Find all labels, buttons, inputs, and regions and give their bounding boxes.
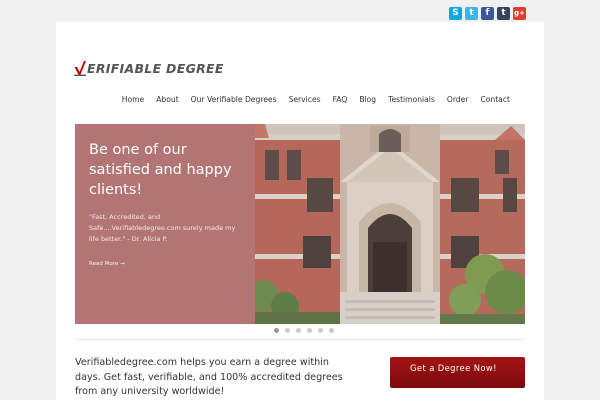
nav-faq[interactable]: FAQ bbox=[327, 95, 354, 104]
logo-text: ERIFIABLE DEGREE bbox=[87, 61, 224, 76]
slide-title: Be one of our satisfied and happy client… bbox=[89, 142, 232, 198]
read-more-link[interactable]: Read More → bbox=[89, 261, 125, 267]
slide-caption-panel: Be one of our satisfied and happy client… bbox=[75, 124, 255, 324]
main-nav: Home About Our Verifiable Degrees Servic… bbox=[116, 95, 516, 104]
nav-order[interactable]: Order bbox=[441, 95, 475, 104]
social-icons: S t f t g+ bbox=[449, 7, 526, 20]
hero-slider: Be one of our satisfied and happy client… bbox=[75, 124, 525, 324]
page-container: ERIFIABLE DEGREE Home About Our Verifiab… bbox=[56, 22, 544, 400]
slide-quote: "Fast, Accredited, and Safe....Verifiabl… bbox=[89, 213, 236, 243]
slider-dot-6[interactable] bbox=[329, 328, 334, 333]
checkmark-v-icon bbox=[74, 61, 86, 76]
slider-pagination bbox=[274, 328, 334, 333]
section-divider bbox=[75, 339, 525, 340]
nav-home[interactable]: Home bbox=[116, 95, 150, 104]
nav-services[interactable]: Services bbox=[283, 95, 327, 104]
nav-about[interactable]: About bbox=[150, 95, 184, 104]
skype-icon[interactable]: S bbox=[449, 7, 462, 20]
googleplus-icon[interactable]: g+ bbox=[513, 7, 526, 20]
nav-testimonials[interactable]: Testimonials bbox=[382, 95, 441, 104]
slider-dot-3[interactable] bbox=[296, 328, 301, 333]
nav-our-verifiable-degrees[interactable]: Our Verifiable Degrees bbox=[185, 95, 283, 104]
university-building-image bbox=[255, 124, 525, 324]
twitter-icon[interactable]: t bbox=[465, 7, 478, 20]
nav-blog[interactable]: Blog bbox=[353, 95, 382, 104]
slider-dot-1[interactable] bbox=[274, 328, 279, 333]
site-logo[interactable]: ERIFIABLE DEGREE bbox=[74, 58, 224, 76]
slider-dot-2[interactable] bbox=[285, 328, 290, 333]
nav-contact[interactable]: Contact bbox=[474, 95, 516, 104]
slider-dot-4[interactable] bbox=[307, 328, 312, 333]
tumblr-icon[interactable]: t bbox=[497, 7, 510, 20]
facebook-icon[interactable]: f bbox=[481, 7, 494, 20]
get-degree-button[interactable]: Get a Degree Now! bbox=[390, 357, 525, 388]
intro-text: Verifiabledegree.com helps you earn a de… bbox=[75, 357, 343, 397]
slider-dot-5[interactable] bbox=[318, 328, 323, 333]
